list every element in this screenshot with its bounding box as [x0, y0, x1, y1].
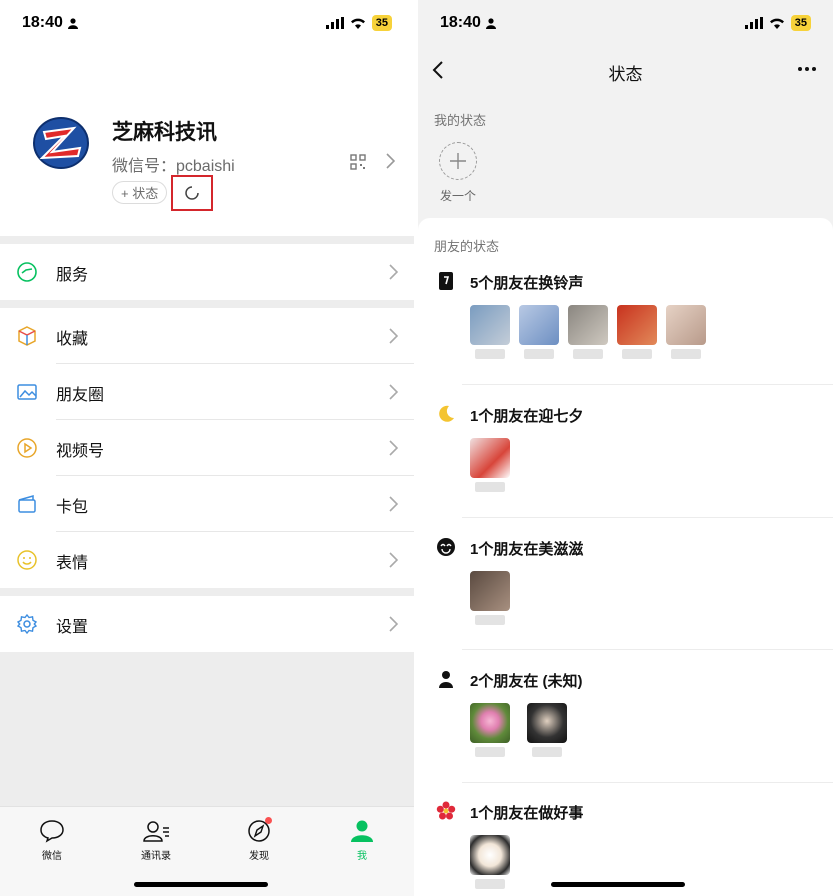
- page-title: 状态: [608, 65, 643, 84]
- tab-label: 微信: [42, 851, 62, 862]
- menu-label: 卡包: [56, 499, 89, 516]
- status-bar: 18:40 35: [0, 0, 414, 48]
- services-icon: [17, 262, 37, 282]
- plus-icon: [450, 153, 466, 169]
- friend-thumbnail[interactable]: [666, 305, 706, 359]
- chevron-right-icon: [389, 496, 398, 512]
- add-status-button[interactable]: [439, 142, 477, 180]
- tab-label: 发现: [249, 851, 269, 862]
- clock: 18:40: [440, 14, 481, 31]
- status-group-title: 1个朋友在做好事: [470, 805, 584, 822]
- qr-code-icon[interactable]: [350, 154, 366, 170]
- status-button-label: + 状态: [121, 186, 159, 201]
- gear-icon: [16, 613, 38, 635]
- status-screen: 18:40 35 状态 我的状态 发一个 朋友的状态 5个朋友在换铃声 1个朋友…: [418, 0, 833, 896]
- person-small-icon: [67, 17, 78, 29]
- home-indicator: [551, 882, 685, 887]
- menu-label: 表情: [56, 555, 89, 572]
- chat-bubble-icon: [40, 820, 64, 843]
- avatar[interactable]: [30, 112, 92, 174]
- friend-thumbnail[interactable]: [617, 305, 657, 359]
- menu-item-stickers[interactable]: 表情: [0, 532, 414, 588]
- signal-icon: [325, 17, 344, 29]
- tab-contacts[interactable]: 通讯录: [126, 819, 186, 862]
- menu-label: 服务: [56, 267, 89, 284]
- tab-discover[interactable]: 发现: [229, 819, 289, 862]
- status-highlight-box[interactable]: [171, 175, 213, 211]
- phone-card-icon: [439, 272, 453, 290]
- menu-item-settings[interactable]: 设置: [0, 596, 414, 652]
- moon-icon: [439, 405, 454, 422]
- menu-label: 朋友圈: [56, 387, 105, 404]
- discover-badge: [265, 817, 272, 824]
- menu-item-services[interactable]: 服务: [0, 244, 414, 300]
- battery-indicator: 35: [790, 15, 811, 31]
- wifi-icon: [769, 18, 784, 29]
- chevron-right-icon: [389, 328, 398, 344]
- friend-thumbnail[interactable]: [470, 305, 510, 359]
- flower-icon: [436, 801, 456, 820]
- friend-thumbnail[interactable]: [470, 835, 510, 889]
- favorites-cube-icon: [18, 326, 36, 346]
- chevron-right-icon: [389, 384, 398, 400]
- friend-thumbnail[interactable]: [527, 703, 567, 757]
- wifi-icon: [350, 18, 365, 29]
- friends-status-card: 朋友的状态 5个朋友在换铃声 1个朋友在迎七夕 1个朋友在美滋滋 2个朋友在 (…: [418, 218, 833, 896]
- card-wallet-icon: [18, 495, 36, 513]
- status-group-title: 1个朋友在美滋滋: [470, 541, 584, 558]
- friend-thumbnail[interactable]: [470, 571, 510, 625]
- loading-icon: [185, 186, 199, 200]
- contacts-icon: [143, 821, 169, 842]
- home-indicator: [134, 882, 268, 887]
- person-icon: [439, 671, 453, 688]
- signal-icon: [744, 17, 763, 29]
- battery-indicator: 35: [371, 15, 392, 31]
- chevron-right-icon: [389, 616, 398, 632]
- moments-image-icon: [17, 384, 37, 400]
- chevron-right-icon: [389, 264, 398, 280]
- add-status-label: 发一个: [440, 189, 477, 203]
- friend-thumbnail[interactable]: [519, 305, 559, 359]
- clock: 18:40: [22, 14, 63, 31]
- my-status-heading: 我的状态: [434, 113, 487, 128]
- status-group-title: 1个朋友在迎七夕: [470, 408, 584, 425]
- menu-item-favorites[interactable]: 收藏: [0, 308, 414, 364]
- menu-label: 收藏: [56, 331, 89, 348]
- menu-label: 视频号: [56, 443, 105, 460]
- status-group-title: 5个朋友在换铃声: [470, 275, 584, 292]
- friend-thumbnail[interactable]: [470, 438, 510, 492]
- tab-bar: 微信 通讯录 发现 我: [0, 806, 414, 896]
- menu-group-services: 服务: [0, 244, 414, 300]
- tab-chats[interactable]: 微信: [22, 819, 82, 862]
- friend-thumbnail[interactable]: [470, 703, 510, 757]
- sticker-smile-icon: [17, 550, 37, 570]
- tab-label: 通讯录: [141, 851, 171, 862]
- status-group-title: 2个朋友在 (未知): [470, 673, 583, 690]
- chevron-right-icon: [389, 440, 398, 456]
- profile-name: 芝麻科技讯: [112, 121, 217, 144]
- chevron-right-icon[interactable]: [386, 153, 395, 169]
- wechat-id: 微信号：pcbaishi: [112, 158, 235, 175]
- tab-label: 我: [357, 851, 367, 862]
- menu-group-main: 收藏 朋友圈 视频号 卡包 表情: [0, 308, 414, 588]
- status-bar: 18:40 35: [418, 0, 833, 48]
- add-status-button[interactable]: + 状态: [112, 181, 168, 204]
- more-options-icon[interactable]: [797, 66, 817, 72]
- smile-icon: [437, 538, 455, 556]
- menu-group-settings: 设置: [0, 596, 414, 652]
- profile-header: 18:40 35 芝麻科技讯 微信号：pcbaishi + 状态: [0, 0, 414, 236]
- me-screen: 18:40 35 芝麻科技讯 微信号：pcbaishi + 状态 服务 收藏 朋…: [0, 0, 414, 896]
- menu-item-channels[interactable]: 视频号: [0, 420, 414, 476]
- menu-label: 设置: [56, 619, 89, 636]
- friends-status-heading: 朋友的状态: [434, 239, 500, 254]
- channels-play-icon: [17, 438, 37, 458]
- nav-bar: 状态: [418, 48, 833, 92]
- tab-me[interactable]: 我: [332, 819, 392, 862]
- person-small-icon: [485, 17, 496, 29]
- person-icon: [351, 820, 373, 842]
- chevron-right-icon: [389, 552, 398, 568]
- friend-thumbnail[interactable]: [568, 305, 608, 359]
- menu-item-cards[interactable]: 卡包: [0, 476, 414, 532]
- menu-item-moments[interactable]: 朋友圈: [0, 364, 414, 420]
